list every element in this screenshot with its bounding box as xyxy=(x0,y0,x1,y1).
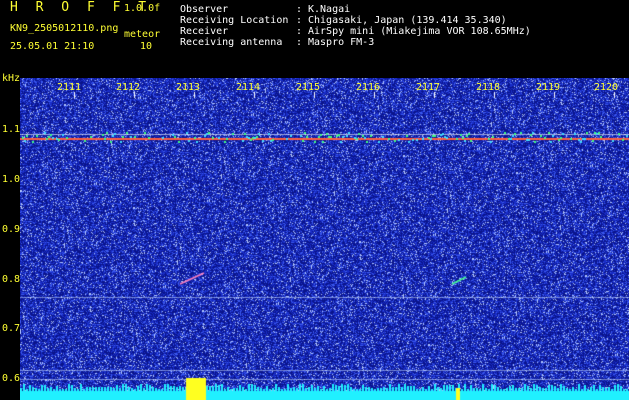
observer-sep: : xyxy=(296,4,303,15)
file-name: KN9_2505012110.png xyxy=(10,23,119,34)
y-tick-label: 1.0 xyxy=(2,174,21,185)
x-tick-label: 2120 xyxy=(594,82,619,93)
y-tick-label: 1.1 xyxy=(2,124,21,135)
date-time: 25.05.01 21:10 xyxy=(10,41,95,52)
y-tick-label: 0.9 xyxy=(2,224,21,235)
mode-value: 10 xyxy=(140,41,153,52)
hrofft-window: H R O F F T 1.0.0f KN9_2505012110.png 25… xyxy=(0,0,629,400)
y-tick-label: 0.7 xyxy=(2,323,21,334)
mode-label: meteor xyxy=(124,29,161,40)
receiver-label: Receiver xyxy=(180,26,229,37)
version-label: 1.0.0f xyxy=(124,3,161,14)
observer-value: K.Nagai xyxy=(308,4,351,15)
antenna-value: Maspro FM-3 xyxy=(308,37,375,48)
observer-label: Observer xyxy=(180,4,229,15)
x-tick-label: 2115 xyxy=(296,82,321,93)
spectrogram-canvas xyxy=(20,78,629,400)
x-tick-label: 2111 xyxy=(57,82,82,93)
location-value: Chigasaki, Japan (139.414 35.340) xyxy=(308,15,507,26)
location-label: Receiving Location xyxy=(180,15,289,26)
receiver-sep: : xyxy=(296,26,303,37)
antenna-label: Receiving antenna xyxy=(180,37,283,48)
x-tick-label: 2119 xyxy=(536,82,561,93)
receiver-value: AirSpy mini (Miakejima VOR 108.65MHz) xyxy=(308,26,531,37)
antenna-sep: : xyxy=(296,37,303,48)
x-tick-label: 2112 xyxy=(116,82,141,93)
x-tick-label: 2114 xyxy=(236,82,261,93)
y-axis-unit: kHz xyxy=(2,73,21,84)
y-tick-label: 0.8 xyxy=(2,274,21,285)
y-tick-label: 0.6 xyxy=(2,373,21,384)
x-tick-label: 2113 xyxy=(176,82,201,93)
x-tick-label: 2117 xyxy=(416,82,441,93)
x-tick-label: 2116 xyxy=(356,82,381,93)
x-tick-label: 2118 xyxy=(476,82,501,93)
location-sep: : xyxy=(296,15,303,26)
